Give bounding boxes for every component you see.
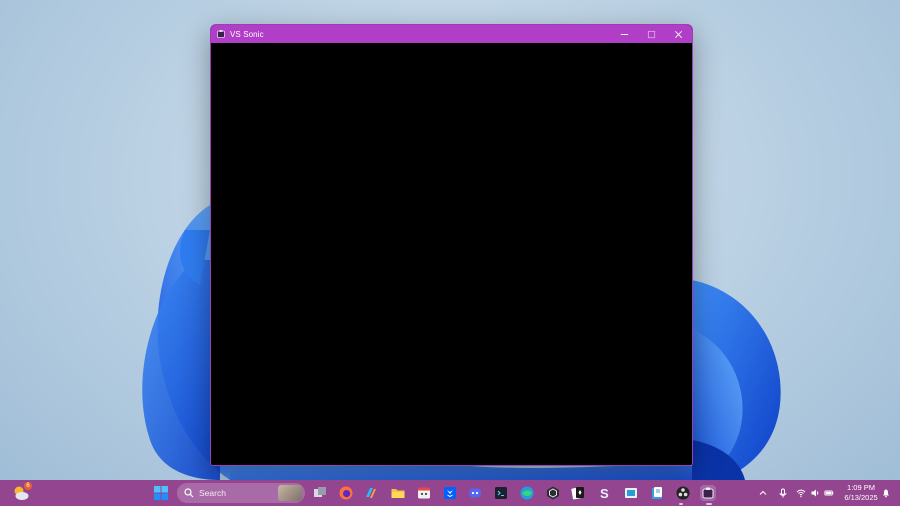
vs-sonic-active-indicator: [706, 503, 712, 505]
widget-badge: 6: [24, 482, 32, 490]
solitaire-icon: [571, 487, 584, 500]
simplenote-icon: S: [600, 486, 609, 501]
app-window[interactable]: VS Sonic: [210, 24, 693, 466]
taskbar-search[interactable]: Search: [177, 483, 305, 503]
books-icon: [652, 487, 662, 499]
maximize-button[interactable]: [638, 25, 665, 43]
window-title: VS Sonic: [230, 29, 264, 39]
edge-button[interactable]: [519, 485, 535, 501]
terminal-icon: [495, 487, 507, 499]
discord-icon: [469, 488, 481, 498]
search-icon: [184, 488, 194, 498]
task-view-icon: [314, 487, 326, 497]
minimize-icon: [620, 33, 629, 35]
firefox-button[interactable]: [338, 485, 354, 501]
copilot-button[interactable]: [363, 485, 379, 501]
battery-button[interactable]: [824, 483, 834, 503]
window-app-button[interactable]: [623, 485, 639, 501]
task-view-button[interactable]: [312, 485, 328, 501]
clock-date: 6/13/2025: [844, 493, 878, 502]
file-explorer-button[interactable]: [390, 485, 406, 501]
weather-widget[interactable]: 6: [12, 482, 32, 502]
firefox-icon: [339, 486, 353, 500]
simplenote-button[interactable]: S: [597, 485, 613, 501]
calendar-icon: [418, 487, 430, 499]
vs-sonic-taskbar-button[interactable]: [700, 485, 716, 501]
app-canvas[interactable]: [211, 43, 692, 465]
start-button[interactable]: [153, 485, 169, 501]
dropbox-button[interactable]: [442, 485, 458, 501]
solitaire-button[interactable]: [570, 485, 586, 501]
copilot-icon: [366, 488, 376, 498]
window-app-icon: [625, 488, 637, 498]
dropbox-icon: [444, 487, 456, 499]
minimize-button[interactable]: [611, 25, 638, 43]
clock-time: 1:09 PM: [847, 483, 875, 492]
battery-icon: [824, 490, 834, 496]
close-icon: [675, 30, 682, 38]
taskbar-clock[interactable]: 1:09 PM 6/13/2025: [842, 483, 880, 503]
unity-icon: [547, 486, 559, 500]
notification-bell-icon[interactable]: [881, 488, 891, 498]
file-explorer-icon: [391, 489, 405, 498]
search-placeholder: Search: [199, 488, 226, 498]
terminal-button[interactable]: [493, 485, 509, 501]
unity-button[interactable]: [545, 485, 561, 501]
volume-icon: [811, 489, 819, 497]
search-highlight-image: [278, 485, 302, 501]
obs-button[interactable]: [675, 485, 691, 501]
chevron-up-icon: [759, 490, 767, 495]
title-bar[interactable]: VS Sonic: [211, 25, 692, 43]
volume-button[interactable]: [810, 483, 820, 503]
network-button[interactable]: [796, 483, 806, 503]
maximize-icon: [647, 30, 656, 38]
svg-text:S: S: [600, 486, 609, 501]
calendar-button[interactable]: [416, 485, 432, 501]
edge-icon: [520, 486, 534, 500]
wifi-icon: [796, 489, 806, 498]
obs-icon: [676, 486, 690, 500]
microphone-button[interactable]: [778, 483, 788, 503]
microphone-icon: [779, 488, 787, 498]
vs-sonic-icon: [702, 487, 714, 499]
vs-sonic-app-icon: [217, 30, 225, 38]
discord-button[interactable]: [467, 485, 483, 501]
close-button[interactable]: [665, 25, 692, 43]
tray-overflow-button[interactable]: [758, 483, 768, 503]
start-icon: [154, 486, 168, 500]
obs-active-indicator: [679, 503, 683, 505]
books-button[interactable]: [649, 485, 665, 501]
